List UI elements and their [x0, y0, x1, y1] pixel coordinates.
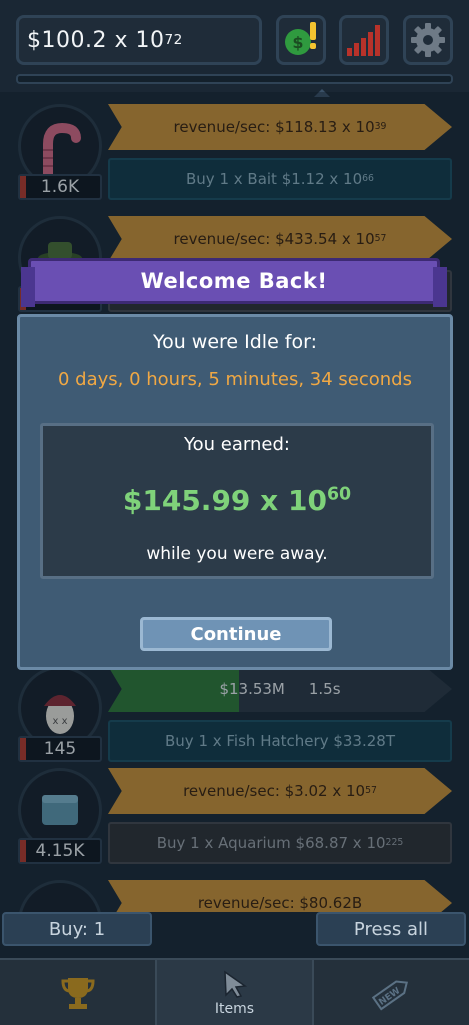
settings-gear-icon [411, 23, 445, 57]
away-label: while you were away. [146, 544, 328, 564]
earned-base: $145.99 x 10 [122, 484, 327, 517]
bonus-cash-icon: $ [285, 22, 316, 55]
welcome-banner: Welcome Back! [21, 258, 447, 307]
bottom-tab-bar: Items NEW [0, 958, 469, 1025]
money-amount: $100.2 x 10 [27, 27, 165, 53]
settings-button[interactable] [403, 15, 453, 65]
continue-button[interactable]: Continue [140, 617, 332, 651]
tab-new[interactable]: NEW [314, 960, 469, 1025]
earned-amount: $145.99 x 1060 [43, 484, 431, 517]
top-progress-track [16, 74, 453, 84]
cursor-icon [223, 970, 247, 998]
earned-exponent: 60 [326, 484, 352, 505]
earned-label: You earned: [184, 434, 290, 455]
svg-text:$: $ [292, 33, 303, 52]
press-all-button[interactable]: Press all [316, 912, 466, 946]
stats-button[interactable] [339, 15, 389, 65]
new-tag-icon: NEW [371, 979, 408, 1010]
top-bar: $100.2 x 10 72 $ [0, 0, 469, 92]
trophy-icon [60, 977, 95, 1009]
earnings-panel: You earned: $145.99 x 1060 while you wer… [40, 423, 434, 579]
bonus-cash-button[interactable]: $ [276, 15, 326, 65]
idle-duration: 0 days, 0 hours, 5 minutes, 34 seconds [57, 369, 412, 390]
money-display: $100.2 x 10 72 [16, 15, 262, 65]
tab-items[interactable]: Items [157, 960, 314, 1025]
tab-achievements[interactable] [0, 960, 157, 1025]
tab-items-label: Items [214, 1000, 255, 1017]
modal-title: Welcome Back! [140, 269, 328, 293]
buy-quantity-toggle[interactable]: Buy: 1 [2, 912, 152, 946]
stats-chart-icon [347, 25, 380, 56]
idle-label: You were Idle for: [152, 331, 317, 353]
welcome-back-dialog: You were Idle for: 0 days, 0 hours, 5 mi… [17, 314, 453, 670]
